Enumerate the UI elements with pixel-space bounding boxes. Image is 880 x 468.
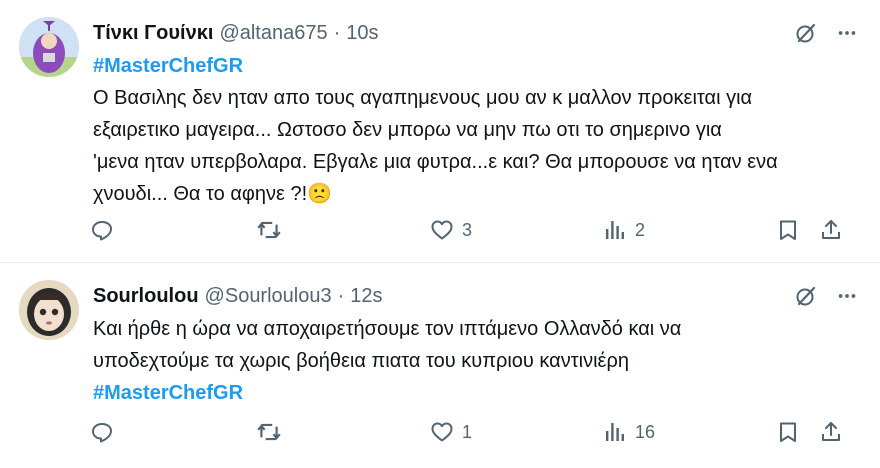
tweet-text-line: υποδεχτούμε τα χωρις βοήθεια πιατα του κ… [93,350,629,372]
share-icon [819,218,843,242]
retweet-button[interactable] [256,215,290,245]
tweet-text-line: Ο Βασιλης δεν ηταν απο τους αγαπημενους … [93,87,753,109]
user-handle[interactable]: @altana675 [219,22,327,45]
reply-icon [90,420,114,444]
display-name[interactable]: Sourloulou [93,285,199,308]
like-button[interactable]: 1 [430,417,472,447]
share-button[interactable] [819,417,843,447]
more-icon[interactable] [836,22,858,44]
tweet-body: Και ήρθε η ώρα να αποχαιρετήσουμε τον ιπ… [93,313,863,409]
tweet-action-bar: 1 16 [90,417,850,447]
display-name[interactable]: Τίνκι Γουίνκι [93,22,213,45]
retweet-icon [256,419,282,445]
retweet-button[interactable] [256,417,290,447]
reply-button[interactable] [90,215,122,245]
share-button[interactable] [819,215,843,245]
tweet-text-line: χνουδι... Θα το αφηνε ?!🙁 [93,183,333,205]
tweet-top-actions [794,282,858,310]
hashtag-link[interactable]: #MasterChefGR [93,50,863,82]
views-button[interactable]: 16 [603,417,655,447]
bookmark-button[interactable] [776,417,800,447]
share-icon [819,420,843,444]
doll-avatar[interactable] [19,280,79,340]
views-count: 16 [635,421,656,442]
tweet-text-line: εξαιρετικο μαγειρα... Ωστοσο δεν μπορω ν… [93,119,722,141]
views-icon [603,218,627,242]
views-icon [603,420,627,444]
like-count: 1 [462,421,473,442]
tweet-card[interactable]: Τίνκι Γουίνκι @altana675 · 10s #MasterCh… [0,0,880,263]
user-handle[interactable]: @Sourloulou3 [205,285,332,308]
bookmark-icon [776,218,800,242]
timestamp[interactable]: 10s [346,22,378,45]
like-icon [430,218,454,242]
like-button[interactable]: 3 [430,215,472,245]
separator-dot: · [337,284,345,307]
more-icon[interactable] [836,285,858,307]
hashtag-link[interactable]: #MasterChefGR [93,377,863,409]
tweet-text-line: 'μενα ηταν υπερβολαρα. Εβγαλε μια φυτρα.… [93,151,778,173]
tweet-card[interactable]: Sourloulou @Sourloulou3 · 12s Και ήρθε η… [0,263,880,468]
tweet-header: Sourloulou @Sourloulou3 · 12s [93,282,383,310]
grok-icon[interactable] [794,284,818,308]
reply-button[interactable] [90,417,122,447]
teletubby-avatar[interactable] [19,17,79,77]
views-button[interactable]: 2 [603,215,645,245]
separator-dot: · [333,21,341,44]
tweet-header: Τίνκι Γουίνκι @altana675 · 10s [93,19,379,47]
tweet-action-bar: 3 2 [90,215,850,245]
tweet-body: #MasterChefGR Ο Βασιλης δεν ηταν απο του… [93,50,863,210]
reply-icon [90,218,114,242]
tweet-top-actions [794,19,858,47]
retweet-icon [256,217,282,243]
tweet-text-line: Και ήρθε η ώρα να αποχαιρετήσουμε τον ιπ… [93,318,682,340]
bookmark-icon [776,420,800,444]
views-count: 2 [635,219,646,240]
timestamp[interactable]: 12s [350,285,382,308]
bookmark-button[interactable] [776,215,800,245]
grok-icon[interactable] [794,21,818,45]
like-icon [430,420,454,444]
like-count: 3 [462,219,473,240]
